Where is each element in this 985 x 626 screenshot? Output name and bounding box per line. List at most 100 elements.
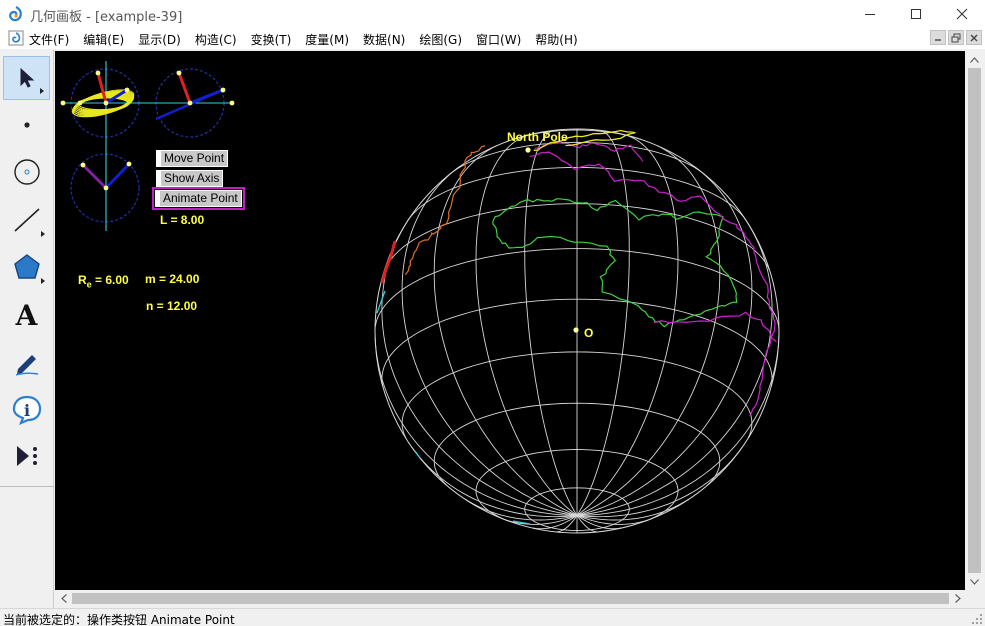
continent-green — [492, 198, 738, 328]
north-pole-point — [525, 147, 531, 153]
menu-list: 文件(F) 编辑(E) 显示(D) 构造(C) 变换(T) 度量(M) 数据(N) 绘图(G)… — [22, 30, 585, 49]
measure-re-symbol: R — [78, 273, 87, 287]
menu-item-4[interactable]: 变换(T) — [244, 30, 299, 49]
scroll-up-button[interactable] — [966, 51, 983, 68]
menu-item-0[interactable]: 文件(F) — [22, 30, 76, 49]
toolbox: A i — [0, 50, 54, 610]
meridian-line — [576, 166, 753, 516]
menu-item-3[interactable]: 构造(C) — [188, 30, 244, 49]
control-point-10 — [103, 185, 109, 191]
measure-l[interactable]: L = 8.00 — [160, 213, 204, 227]
scroll-left-button[interactable] — [55, 590, 72, 607]
north-pole-label[interactable]: North Pole — [507, 130, 568, 144]
dial-3-purple-hand — [81, 163, 108, 190]
minimize-button[interactable] — [847, 0, 893, 28]
status-bar: 当前被选定的：操作类按钮 Animate Point — [0, 608, 985, 626]
meridian-line — [576, 129, 630, 516]
continent-cyan-2 — [414, 450, 421, 459]
mdi-controls — [930, 30, 982, 45]
menu-item-5[interactable]: 度量(M) — [298, 30, 356, 49]
menu-item-7[interactable]: 绘图(G) — [412, 30, 469, 49]
meridian-line — [576, 145, 721, 516]
menu-item-6[interactable]: 数据(N) — [356, 30, 412, 49]
control-point-4 — [229, 100, 235, 106]
window-title: 几何画板 - [example-39] — [30, 10, 183, 25]
close-button[interactable] — [939, 0, 985, 28]
text-tool[interactable]: A — [3, 293, 50, 337]
arrow-cursor-icon — [20, 67, 34, 88]
child-minimize-button[interactable] — [930, 30, 946, 45]
meridian-line — [411, 446, 578, 518]
meridian-line — [433, 145, 578, 516]
vertical-scroll-thumb[interactable] — [968, 68, 981, 573]
menu-item-8[interactable]: 窗口(W) — [469, 30, 528, 49]
resize-grip-icon[interactable] — [971, 613, 983, 625]
svg-text:i: i — [23, 401, 29, 420]
child-close-button[interactable] — [966, 30, 982, 45]
control-point-9 — [126, 161, 132, 167]
vertical-scrollbar[interactable] — [966, 51, 983, 590]
maximize-button[interactable] — [893, 0, 939, 28]
meridian-line — [381, 220, 578, 516]
minimize-icon — [935, 38, 941, 41]
continent-magenta — [529, 151, 776, 417]
menu-item-9[interactable]: 帮助(H) — [528, 30, 584, 49]
menu-item-2[interactable]: 显示(D) — [131, 30, 188, 49]
move-point-button[interactable]: Move Point — [156, 150, 229, 167]
control-point-0 — [77, 100, 83, 106]
close-icon — [956, 8, 968, 20]
control-point-2 — [95, 70, 101, 76]
polygon-tool[interactable] — [3, 245, 50, 289]
meridian-line — [401, 166, 578, 516]
scroll-corner — [966, 590, 983, 607]
minimize-icon — [865, 14, 875, 15]
tool-menu-arrow-icon — [40, 88, 44, 94]
app-window: 几何画板 - [example-39] 文件(F) 编辑(E) 显示(D) 构造(C)… — [0, 0, 985, 626]
sketchpad-app-icon — [8, 6, 24, 22]
scroll-right-button[interactable] — [949, 590, 966, 607]
scroll-left-icon — [60, 594, 67, 603]
child-restore-button[interactable] — [948, 30, 964, 45]
tool-menu-arrow-icon — [41, 231, 45, 237]
show-axis-button[interactable]: Show Axis — [156, 170, 224, 187]
scroll-up-icon — [970, 56, 979, 63]
dial-3-blue-hand — [104, 162, 131, 190]
compass-tool[interactable] — [3, 150, 50, 194]
scroll-down-icon — [970, 578, 979, 585]
scroll-down-button[interactable] — [966, 573, 983, 590]
pen-icon — [15, 355, 38, 376]
measure-n[interactable]: n = 12.00 — [146, 299, 197, 313]
horizontal-scroll-thumb[interactable] — [72, 593, 949, 604]
info-icon: i — [12, 395, 41, 425]
menu-item-1[interactable]: 编辑(E) — [76, 30, 131, 49]
horizontal-scrollbar[interactable] — [55, 590, 966, 607]
control-point-11 — [60, 100, 66, 106]
control-point-7 — [220, 87, 226, 93]
meridian-line — [524, 129, 578, 516]
title-bar: 几何画板 - [example-39] — [0, 0, 985, 28]
close-icon — [970, 34, 978, 41]
information-tool[interactable]: i — [3, 387, 50, 431]
marker-tool[interactable] — [3, 340, 50, 384]
measure-re[interactable]: Re = 6.00 — [78, 273, 129, 289]
measure-m[interactable]: m = 24.00 — [145, 272, 199, 286]
point-tool[interactable] — [3, 103, 50, 147]
center-label[interactable]: O — [584, 326, 593, 340]
meridian-line — [475, 134, 578, 516]
menu-bar: 文件(F) 编辑(E) 显示(D) 构造(C) 变换(T) 度量(M) 数据(N) 绘图(G)… — [0, 28, 985, 49]
animate-point-button[interactable]: Animate Point — [155, 190, 242, 207]
restore-icon — [951, 33, 961, 42]
meridian-line — [576, 220, 773, 516]
play-menu-icon — [16, 446, 37, 466]
letter-a-icon: A — [15, 298, 38, 332]
control-point-5 — [187, 100, 193, 106]
continent-red — [380, 240, 397, 284]
straightedge-tool[interactable] — [3, 198, 50, 242]
circle-icon — [13, 159, 40, 185]
arrow-tool[interactable] — [3, 56, 50, 100]
custom-tool[interactable] — [3, 434, 50, 478]
control-point-3 — [124, 87, 130, 93]
control-point-6 — [176, 70, 182, 76]
sketch-canvas[interactable]: Move Point Show Axis Animate Point L = 8… — [55, 51, 965, 590]
dial-2-red-hand — [177, 72, 192, 104]
